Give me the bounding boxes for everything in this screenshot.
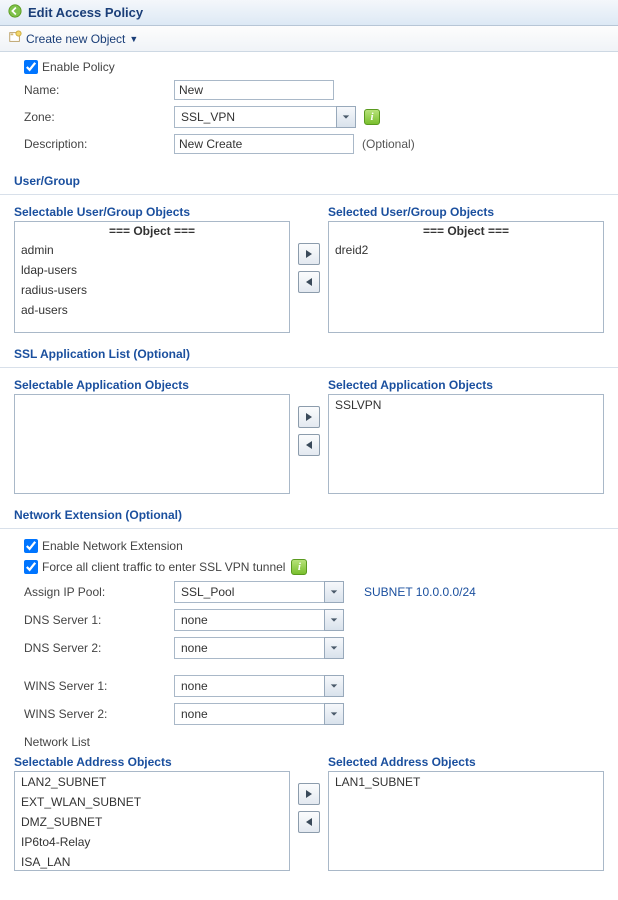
zone-select-value: SSL_VPN [174,106,336,128]
move-right-button[interactable] [298,783,320,805]
selectable-address-listbox[interactable]: LAN2_SUBNETEXT_WLAN_SUBNETDMZ_SUBNETIP6t… [14,771,290,871]
list-item[interactable]: IP6to4-Relay [15,832,289,852]
object-header: === Object === [329,222,603,240]
dropdown-arrow-icon[interactable]: ▼ [129,34,138,44]
chevron-down-icon[interactable] [336,106,356,128]
zone-select[interactable]: SSL_VPN [174,106,356,128]
dns1-label: DNS Server 1: [24,613,174,627]
assign-pool-select[interactable]: SSL_Pool [174,581,344,603]
list-item[interactable]: EXT_WLAN_SUBNET [15,792,289,812]
selected-address-listbox[interactable]: LAN1_SUBNET [328,771,604,871]
back-icon [8,4,22,21]
name-label: Name: [24,83,174,97]
section-sslapp: SSL Application List (Optional) [0,333,618,368]
description-label: Description: [24,137,174,151]
list-item[interactable]: ISA_LAN [15,852,289,871]
selected-app-listbox[interactable]: SSLVPN [328,394,604,494]
selected-app-label: Selected Application Objects [328,378,604,392]
list-item[interactable]: radius-users [15,280,289,300]
list-item[interactable]: DMZ_SUBNET [15,812,289,832]
optional-text: (Optional) [362,137,415,151]
selectable-app-listbox[interactable] [14,394,290,494]
section-netext: Network Extension (Optional) [0,494,618,529]
page-title: Edit Access Policy [28,5,143,20]
list-item[interactable]: ldap-users [15,260,289,280]
move-right-button[interactable] [298,406,320,428]
list-item[interactable]: ad-users [15,300,289,320]
zone-label: Zone: [24,110,174,124]
selectable-usergroup-label: Selectable User/Group Objects [14,205,290,219]
selected-usergroup-listbox[interactable]: === Object === dreid2 [328,221,604,333]
dns2-value: none [174,637,324,659]
move-right-button[interactable] [298,243,320,265]
chevron-down-icon[interactable] [324,581,344,603]
list-item[interactable]: LAN2_SUBNET [15,772,289,792]
move-left-button[interactable] [298,811,320,833]
assign-pool-value: SSL_Pool [174,581,324,603]
assign-pool-label: Assign IP Pool: [24,585,174,599]
info-icon[interactable]: i [364,109,380,125]
object-header: === Object === [15,222,289,240]
dns2-label: DNS Server 2: [24,641,174,655]
selected-address-label: Selected Address Objects [328,755,604,769]
enable-policy-label: Enable Policy [42,60,115,74]
chevron-down-icon[interactable] [324,703,344,725]
force-tunnel-label: Force all client traffic to enter SSL VP… [42,560,285,574]
dns2-select[interactable]: none [174,637,344,659]
selectable-address-label: Selectable Address Objects [14,755,290,769]
dns1-value: none [174,609,324,631]
wins2-label: WINS Server 2: [24,707,174,721]
list-item[interactable]: dreid2 [329,240,603,260]
chevron-down-icon[interactable] [324,609,344,631]
wins2-value: none [174,703,324,725]
force-tunnel-checkbox[interactable] [24,560,38,574]
selectable-usergroup-listbox[interactable]: === Object === adminldap-usersradius-use… [14,221,290,333]
info-icon[interactable]: i [291,559,307,575]
wins1-value: none [174,675,324,697]
selectable-app-label: Selectable Application Objects [14,378,290,392]
enable-netext-checkbox[interactable] [24,539,38,553]
wins2-select[interactable]: none [174,703,344,725]
list-item[interactable]: LAN1_SUBNET [329,772,603,792]
description-input[interactable] [174,134,354,154]
chevron-down-icon[interactable] [324,675,344,697]
network-list-label: Network List [24,735,594,749]
move-left-button[interactable] [298,271,320,293]
new-object-icon [8,30,22,47]
dns1-select[interactable]: none [174,609,344,631]
wins1-select[interactable]: none [174,675,344,697]
wins1-label: WINS Server 1: [24,679,174,693]
name-input[interactable] [174,80,334,100]
selected-usergroup-label: Selected User/Group Objects [328,205,604,219]
list-item[interactable]: admin [15,240,289,260]
section-usergroup: User/Group [0,160,618,195]
move-left-button[interactable] [298,434,320,456]
enable-netext-label: Enable Network Extension [42,539,183,553]
create-new-object[interactable]: Create new Object [26,32,125,46]
chevron-down-icon[interactable] [324,637,344,659]
subnet-text: SUBNET 10.0.0.0/24 [364,585,476,599]
enable-policy-checkbox[interactable] [24,60,38,74]
list-item[interactable]: SSLVPN [329,395,603,415]
